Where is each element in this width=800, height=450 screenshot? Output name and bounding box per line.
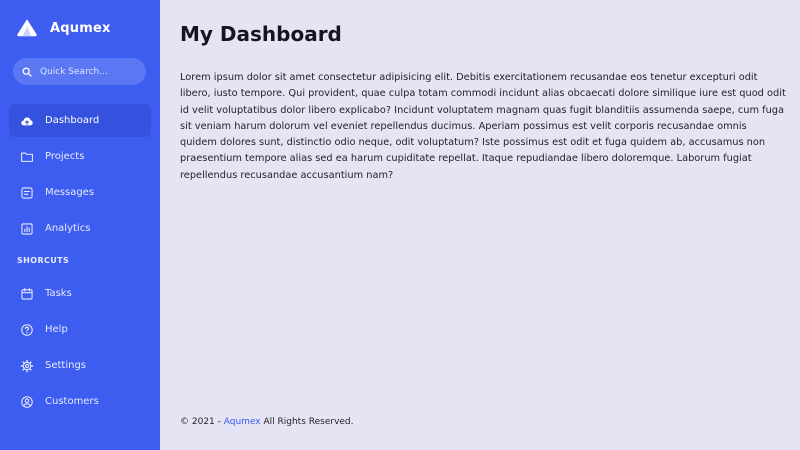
calendar-icon xyxy=(21,287,33,300)
shortcuts-heading: SHORCUTS xyxy=(17,256,70,265)
footer-brand-link[interactable]: Aqumex xyxy=(224,417,261,427)
sidebar-item-projects[interactable]: Projects xyxy=(9,140,151,173)
sidebar-item-analytics[interactable]: Analytics xyxy=(9,212,151,245)
search-icon xyxy=(22,67,32,77)
footer-suffix: All Rights Reserved. xyxy=(260,417,354,427)
sidebar-item-customers[interactable]: Customers xyxy=(9,385,151,418)
message-icon xyxy=(21,186,33,199)
footer-prefix: © 2021 - xyxy=(180,417,224,427)
brand[interactable]: Aqumex xyxy=(16,17,111,39)
sidebar-item-tasks[interactable]: Tasks xyxy=(9,277,151,310)
sidebar-item-label: Analytics xyxy=(45,223,91,234)
sidebar-item-help[interactable]: Help xyxy=(9,313,151,346)
sidebar-item-label: Tasks xyxy=(45,288,72,299)
body-text: Lorem ipsum dolor sit amet consectetur a… xyxy=(180,72,786,181)
help-icon xyxy=(21,323,33,336)
sidebar-item-label: Customers xyxy=(45,396,99,407)
sidebar-item-messages[interactable]: Messages xyxy=(9,176,151,209)
folder-icon xyxy=(21,152,33,162)
sidebar-item-label: Help xyxy=(45,324,68,335)
footer: © 2021 - Aqumex All Rights Reserved. xyxy=(180,417,354,427)
sidebar-item-label: Settings xyxy=(45,360,87,371)
brand-name: Aqumex xyxy=(50,20,111,36)
sidebar-item-label: Dashboard xyxy=(45,115,100,126)
mountain-logo-icon xyxy=(17,19,37,37)
search-box[interactable] xyxy=(13,58,146,85)
sidebar-item-settings[interactable]: Settings xyxy=(9,349,151,382)
search-input[interactable] xyxy=(40,66,140,77)
gear-icon xyxy=(20,359,34,372)
chart-icon xyxy=(21,222,33,235)
cloud-icon xyxy=(21,117,33,125)
sidebar-item-dashboard[interactable]: Dashboard xyxy=(9,104,151,137)
user-icon xyxy=(21,395,33,408)
sidebar-item-label: Projects xyxy=(45,151,85,162)
sidebar: Aqumex Dashboard Projects Messages xyxy=(0,0,160,450)
main-content: My Dashboard Lorem ipsum dolor sit amet … xyxy=(160,0,800,450)
sidebar-item-label: Messages xyxy=(45,187,95,198)
page-title: My Dashboard xyxy=(180,22,342,46)
